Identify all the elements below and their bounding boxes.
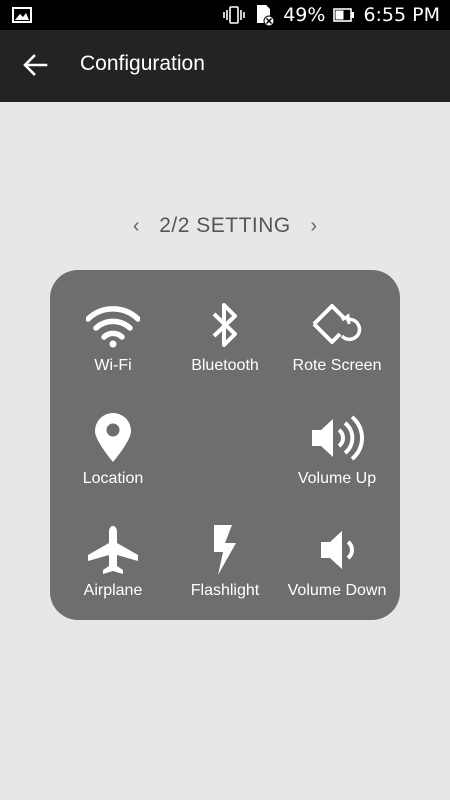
volume-up-button[interactable]: Volume Up <box>279 388 395 500</box>
location-pin-icon <box>85 410 141 466</box>
wifi-label: Wi-Fi <box>94 357 132 374</box>
rotate-screen-button[interactable]: Rote Screen <box>279 275 395 387</box>
sd-card-error-icon <box>257 5 275 26</box>
previous-page-arrow-icon[interactable]: ‹ <box>127 215 145 238</box>
bluetooth-icon <box>197 297 253 353</box>
flashlight-button[interactable]: Flashlight <box>167 500 283 612</box>
wifi-icon <box>85 297 141 353</box>
volume-up-label: Volume Up <box>297 470 377 487</box>
rotate-screen-label: Rote Screen <box>292 357 382 374</box>
app-bar: Configuration <box>0 30 450 102</box>
page-label: 2/2 SETTING <box>159 214 291 237</box>
bluetooth-label: Bluetooth <box>191 357 259 374</box>
wifi-button[interactable]: Wi-Fi <box>55 275 171 387</box>
page-indicator: ‹ 2/2 SETTING › <box>0 208 450 244</box>
image-notification-icon <box>12 7 32 23</box>
flashlight-label: Flashlight <box>190 582 260 599</box>
next-page-arrow-icon[interactable]: › <box>305 215 323 238</box>
volume-up-icon <box>309 410 365 466</box>
empty-slot[interactable] <box>167 388 283 500</box>
vibrate-icon <box>223 6 246 24</box>
location-button[interactable]: Location <box>55 388 171 500</box>
bluetooth-button[interactable]: Bluetooth <box>167 275 283 387</box>
status-bar: 49% 6:55 PM <box>0 0 450 30</box>
battery-icon <box>333 8 355 22</box>
volume-down-icon <box>309 522 365 578</box>
back-arrow-icon[interactable] <box>22 52 48 78</box>
rotate-screen-icon <box>309 297 365 353</box>
location-label: Location <box>82 470 144 487</box>
airplane-button[interactable]: Airplane <box>55 500 171 612</box>
volume-down-label: Volume Down <box>287 582 387 599</box>
volume-down-button[interactable]: Volume Down <box>279 500 395 612</box>
airplane-icon <box>85 522 141 578</box>
battery-percent: 49% <box>283 4 326 26</box>
clock: 6:55 PM <box>363 4 440 26</box>
page-title: Configuration <box>80 52 205 75</box>
flashlight-icon <box>197 522 253 578</box>
airplane-label: Airplane <box>83 582 143 599</box>
quick-settings-panel: Wi-Fi Bluetooth Rote Screen Location Vol… <box>50 270 400 620</box>
